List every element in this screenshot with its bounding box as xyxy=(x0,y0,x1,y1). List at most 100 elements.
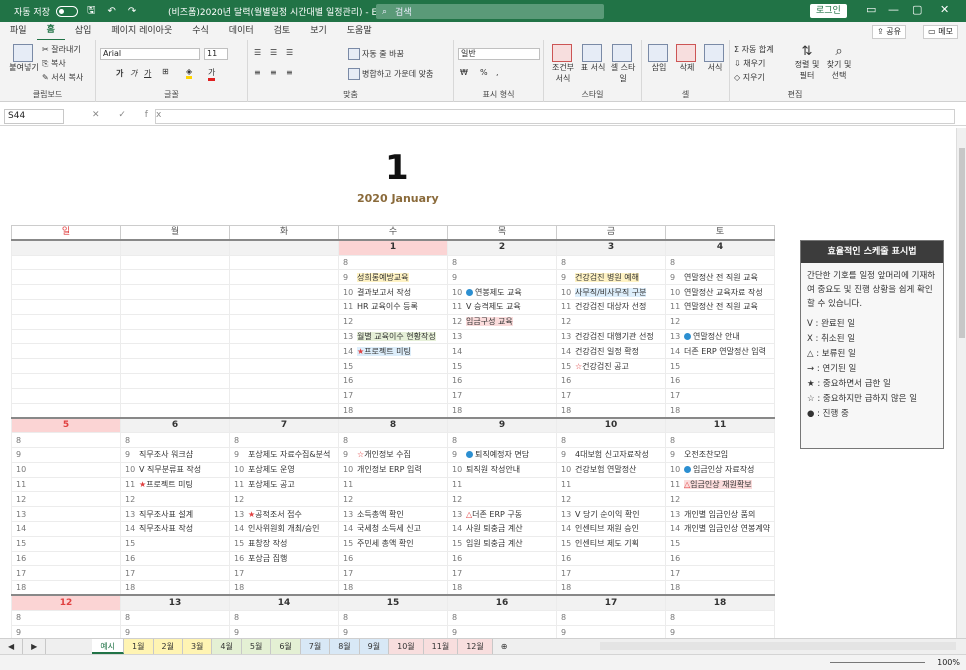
sheet-tab-11[interactable]: 11월 xyxy=(423,639,459,654)
sheet-tab-9[interactable]: 9월 xyxy=(359,639,390,654)
schedule-cell[interactable]: 11 건강검진 대상자 선정 xyxy=(556,298,666,315)
find-select-button[interactable]: ⌕ 찾기 및 선택 xyxy=(824,44,854,81)
schedule-cell[interactable] xyxy=(120,269,230,286)
schedule-cell[interactable]: 8 xyxy=(447,609,557,626)
align-bottom-icon[interactable]: ☰ xyxy=(286,48,293,57)
schedule-cell[interactable]: 12 xyxy=(338,313,448,330)
prev-sheet-icon[interactable]: ◀ xyxy=(0,639,24,654)
schedule-cell[interactable] xyxy=(229,358,339,374)
schedule-cell[interactable]: 16 포상금 집행 xyxy=(229,550,339,567)
format-cells-button[interactable]: 서식 xyxy=(702,44,728,73)
sheet-tab-1[interactable]: 1월 xyxy=(124,639,154,654)
schedule-cell[interactable]: 14 인사위원회 개최/승인 xyxy=(229,520,339,537)
tab-5[interactable]: 데이터 xyxy=(219,22,264,40)
schedule-cell[interactable]: 11 HR 교육이수 등록 xyxy=(338,298,448,315)
fill-button[interactable]: ⇩ 채우기 xyxy=(734,58,765,69)
schedule-cell[interactable]: 13 소득총액 확인 xyxy=(338,506,448,522)
schedule-cell[interactable]: 9 xyxy=(338,624,448,638)
schedule-cell[interactable]: 16 xyxy=(11,550,121,567)
schedule-cell[interactable]: 12 xyxy=(664,491,776,508)
schedule-cell[interactable]: 9 xyxy=(11,446,121,463)
align-left-icon[interactable]: ≡ xyxy=(254,68,261,77)
font-size-select[interactable]: 11 xyxy=(204,48,228,60)
schedule-cell[interactable]: 10 임금인상 자료작성 xyxy=(664,461,776,478)
schedule-cell[interactable] xyxy=(11,402,121,419)
schedule-cell[interactable]: 18 xyxy=(664,402,776,419)
schedule-cell[interactable] xyxy=(11,328,121,345)
date-cell[interactable] xyxy=(229,239,339,256)
sheet-tab-7[interactable]: 7월 xyxy=(300,639,331,654)
schedule-cell[interactable]: 8 xyxy=(120,609,230,626)
schedule-cell[interactable]: 17 xyxy=(447,565,557,582)
schedule-cell[interactable]: 12 xyxy=(556,491,666,508)
ribbon-display-icon[interactable]: ▭ xyxy=(866,3,876,16)
schedule-cell[interactable]: 10 포상제도 운영 xyxy=(229,461,339,478)
schedule-cell[interactable]: 8 xyxy=(447,254,557,271)
schedule-cell[interactable]: 10 결과보고서 작성 xyxy=(338,284,448,300)
border-icon[interactable]: ⊞ xyxy=(162,67,169,76)
schedule-cell[interactable]: 17 xyxy=(447,387,557,404)
schedule-cell[interactable]: 8 xyxy=(229,432,339,448)
date-cell[interactable]: 4 xyxy=(664,239,776,256)
schedule-cell[interactable]: 12 xyxy=(120,491,230,508)
schedule-cell[interactable] xyxy=(120,254,230,271)
schedule-cell[interactable]: 14 건강검진 일정 확정 xyxy=(556,343,666,360)
schedule-cell[interactable] xyxy=(120,372,230,389)
tab-6[interactable]: 검토 xyxy=(264,22,301,40)
schedule-cell[interactable]: 16 xyxy=(120,550,230,567)
schedule-cell[interactable] xyxy=(120,387,230,404)
schedule-cell[interactable]: 11 xyxy=(447,476,557,493)
schedule-cell[interactable] xyxy=(229,387,339,404)
clear-button[interactable]: ◇ 지우기 xyxy=(734,72,765,83)
schedule-cell[interactable]: 17 xyxy=(120,565,230,582)
schedule-cell[interactable]: 15 주민세 총액 확인 xyxy=(338,535,448,552)
align-center-icon[interactable]: ≡ xyxy=(270,68,277,77)
schedule-cell[interactable]: 12 임금구성 교육 xyxy=(447,313,557,330)
schedule-cell[interactable]: 8 xyxy=(556,609,666,626)
schedule-cell[interactable] xyxy=(229,402,339,419)
schedule-cell[interactable]: 14 개인별 임금인상 연봉계약 xyxy=(664,520,776,537)
schedule-cell[interactable]: 10 개인정보 ERP 입력 xyxy=(338,461,448,478)
schedule-cell[interactable]: 10 연말정산 교육자료 작성 xyxy=(664,284,776,300)
schedule-cell[interactable]: 11 V 승격제도 교육 xyxy=(447,298,557,315)
schedule-cell[interactable]: 10 연봉제도 교육 xyxy=(447,284,557,300)
schedule-cell[interactable] xyxy=(229,254,339,271)
schedule-cell[interactable]: 17 xyxy=(229,565,339,582)
schedule-cell[interactable]: 14 xyxy=(11,520,121,537)
autosave-toggle[interactable] xyxy=(55,5,78,17)
schedule-cell[interactable]: 16 xyxy=(556,550,666,567)
schedule-cell[interactable]: 16 xyxy=(338,550,448,567)
wrap-text-button[interactable]: 자동 줄 바꿈 xyxy=(348,48,404,60)
date-cell[interactable]: 9 xyxy=(447,416,557,434)
format-painter-button[interactable]: ✎ 서식 복사 xyxy=(42,72,83,83)
schedule-cell[interactable]: 8 xyxy=(556,254,666,271)
conditional-format-button[interactable]: 조건부 서식 xyxy=(550,44,576,84)
schedule-cell[interactable]: 17 xyxy=(664,387,776,404)
schedule-cell[interactable]: 14 인센티브 재원 승인 xyxy=(556,520,666,537)
schedule-cell[interactable]: 11 연말정산 전 직원 교육 xyxy=(664,298,776,315)
schedule-cell[interactable] xyxy=(120,358,230,374)
zoom-slider[interactable] xyxy=(830,662,925,663)
schedule-cell[interactable]: 18 xyxy=(11,580,121,596)
schedule-cell[interactable] xyxy=(120,402,230,419)
schedule-cell[interactable]: 16 xyxy=(338,372,448,389)
tab-7[interactable]: 보기 xyxy=(300,22,337,40)
schedule-cell[interactable]: 12 xyxy=(11,491,121,508)
schedule-cell[interactable]: 16 xyxy=(556,372,666,389)
schedule-cell[interactable]: 10 xyxy=(11,461,121,478)
schedule-cell[interactable]: 10 사무직/비사무직 구분 xyxy=(556,284,666,300)
schedule-cell[interactable] xyxy=(229,343,339,360)
schedule-cell[interactable]: 8 xyxy=(664,609,776,626)
schedule-cell[interactable] xyxy=(229,372,339,389)
schedule-cell[interactable]: 12 xyxy=(447,491,557,508)
align-right-icon[interactable]: ≡ xyxy=(286,68,293,77)
date-cell[interactable]: 15 xyxy=(338,594,448,611)
schedule-cell[interactable]: 16 xyxy=(664,550,776,567)
font-name-select[interactable]: Arial xyxy=(100,48,200,60)
schedule-cell[interactable] xyxy=(120,284,230,300)
schedule-cell[interactable] xyxy=(229,284,339,300)
schedule-cell[interactable]: 13 xyxy=(11,506,121,522)
schedule-cell[interactable]: 8 xyxy=(120,432,230,448)
schedule-cell[interactable]: 9 성희롱예방교육 xyxy=(338,269,448,286)
schedule-cell[interactable]: 13 직무조사표 설계 xyxy=(120,506,230,522)
